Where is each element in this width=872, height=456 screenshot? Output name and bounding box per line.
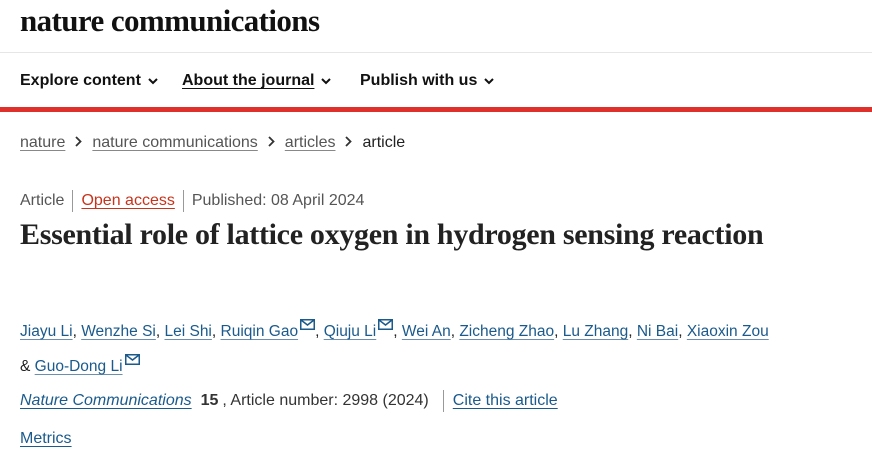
author-link[interactable]: Jiayu Li (20, 323, 73, 340)
chevron-down-icon (321, 72, 332, 90)
breadcrumb: nature nature communications articles ar… (20, 134, 405, 152)
meta-divider (72, 190, 74, 212)
article-number: , Article number: 2998 (2024) (222, 392, 429, 409)
nav-explore-content[interactable]: Explore content (20, 72, 158, 90)
cite-this-article-link[interactable]: Cite this article (453, 392, 558, 410)
article-meta: Article Open access Published: 08 April … (20, 190, 364, 212)
author-link[interactable]: Qiuju Li (324, 323, 377, 340)
meta-divider (182, 190, 184, 212)
metrics-link[interactable]: Metrics (20, 430, 72, 448)
site-header: nature communications (0, 0, 872, 53)
author-link[interactable]: Guo-Dong Li (35, 358, 123, 375)
breadcrumb-nature-communications[interactable]: nature communications (92, 134, 257, 152)
envelope-icon[interactable] (124, 346, 140, 375)
main-nav: Explore content About the journal Publis… (0, 53, 872, 107)
citation-line: Nature Communications 15 , Article numbe… (20, 390, 558, 412)
nav-publish-with-us[interactable]: Publish with us (360, 72, 495, 90)
nav-label: About the journal (182, 72, 315, 89)
author-link[interactable]: Wenzhe Si (81, 323, 156, 340)
article-type: Article (20, 192, 65, 209)
nav-about-journal[interactable]: About the journal (182, 72, 332, 90)
open-access-link[interactable]: Open access (81, 192, 174, 210)
author-link[interactable]: Lu Zhang (563, 323, 629, 340)
journal-logo[interactable]: nature communications (20, 3, 320, 39)
breadcrumb-nature[interactable]: nature (20, 134, 65, 152)
nav-label: Publish with us (360, 72, 478, 89)
chevron-right-icon (345, 134, 353, 152)
chevron-right-icon (75, 134, 83, 152)
envelope-icon[interactable] (300, 311, 316, 340)
envelope-icon[interactable] (378, 311, 394, 340)
author-link[interactable]: Wei An (402, 323, 451, 340)
author-link[interactable]: Zicheng Zhao (459, 323, 554, 340)
chevron-down-icon (484, 72, 495, 90)
chevron-down-icon (148, 72, 158, 90)
breadcrumb-current: article (362, 134, 406, 151)
author-link[interactable]: Ni Bai (637, 323, 678, 340)
author-list: Jiayu Li, Wenzhe Si, Lei Shi, Ruiqin Gao… (20, 311, 820, 381)
chevron-right-icon (268, 134, 275, 152)
citation-divider (442, 390, 444, 412)
author-link[interactable]: Xiaoxin Zou (687, 323, 769, 340)
author-link[interactable]: Lei Shi (164, 323, 211, 340)
author-link[interactable]: Ruiqin Gao (221, 323, 299, 340)
volume-number: 15 (200, 392, 219, 409)
journal-link[interactable]: Nature Communications (20, 392, 192, 410)
published-date: Published: 08 April 2024 (191, 192, 365, 209)
article-title: Essential role of lattice oxygen in hydr… (20, 218, 764, 251)
breadcrumb-articles[interactable]: articles (285, 134, 336, 152)
accent-rule (0, 107, 872, 112)
nav-label: Explore content (20, 72, 141, 89)
